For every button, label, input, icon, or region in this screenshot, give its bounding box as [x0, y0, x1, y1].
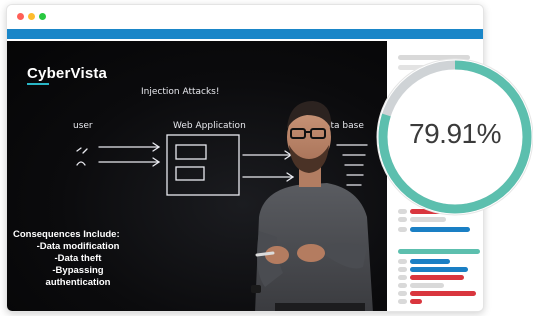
sidebar-row-marker — [398, 267, 407, 272]
title-bar — [7, 5, 483, 27]
sidebar-row[interactable] — [410, 259, 450, 264]
consequence-item: -Bypassing — [52, 265, 104, 276]
sidebar-row[interactable] — [410, 283, 444, 288]
consequence-item: authentication — [45, 277, 111, 288]
sidebar-row-marker — [398, 259, 407, 264]
progress-percent-label: 79.91% — [409, 118, 501, 149]
close-window-button[interactable] — [17, 13, 24, 20]
sidebar-row-marker — [398, 283, 407, 288]
minimize-window-button[interactable] — [28, 13, 35, 20]
sidebar-row[interactable] — [398, 249, 480, 254]
zoom-window-button[interactable] — [39, 13, 46, 20]
sidebar-row-marker — [398, 291, 407, 296]
sidebar-row-marker — [398, 275, 407, 280]
consequence-item: -Data modification — [36, 241, 120, 252]
video-player[interactable]: CyberVista Injection Attacks! user Web A… — [7, 41, 387, 311]
consequence-item: -Data theft — [54, 253, 102, 264]
sidebar-row[interactable] — [410, 299, 422, 304]
presenter-right-hand — [297, 244, 325, 262]
sidebar-row[interactable] — [410, 291, 476, 296]
sidebar-row[interactable] — [410, 227, 470, 232]
sidebar-row[interactable] — [410, 275, 464, 280]
sidebar-row[interactable] — [410, 267, 468, 272]
header-accent-bar — [7, 29, 483, 39]
consequences-heading: Consequences Include: — [13, 229, 120, 240]
consequences-caption: Consequences Include: -Data modification… — [13, 229, 143, 289]
sidebar-row-marker — [398, 227, 407, 232]
sidebar-row-marker — [398, 299, 407, 304]
progress-gauge: 79.91% — [374, 56, 533, 218]
